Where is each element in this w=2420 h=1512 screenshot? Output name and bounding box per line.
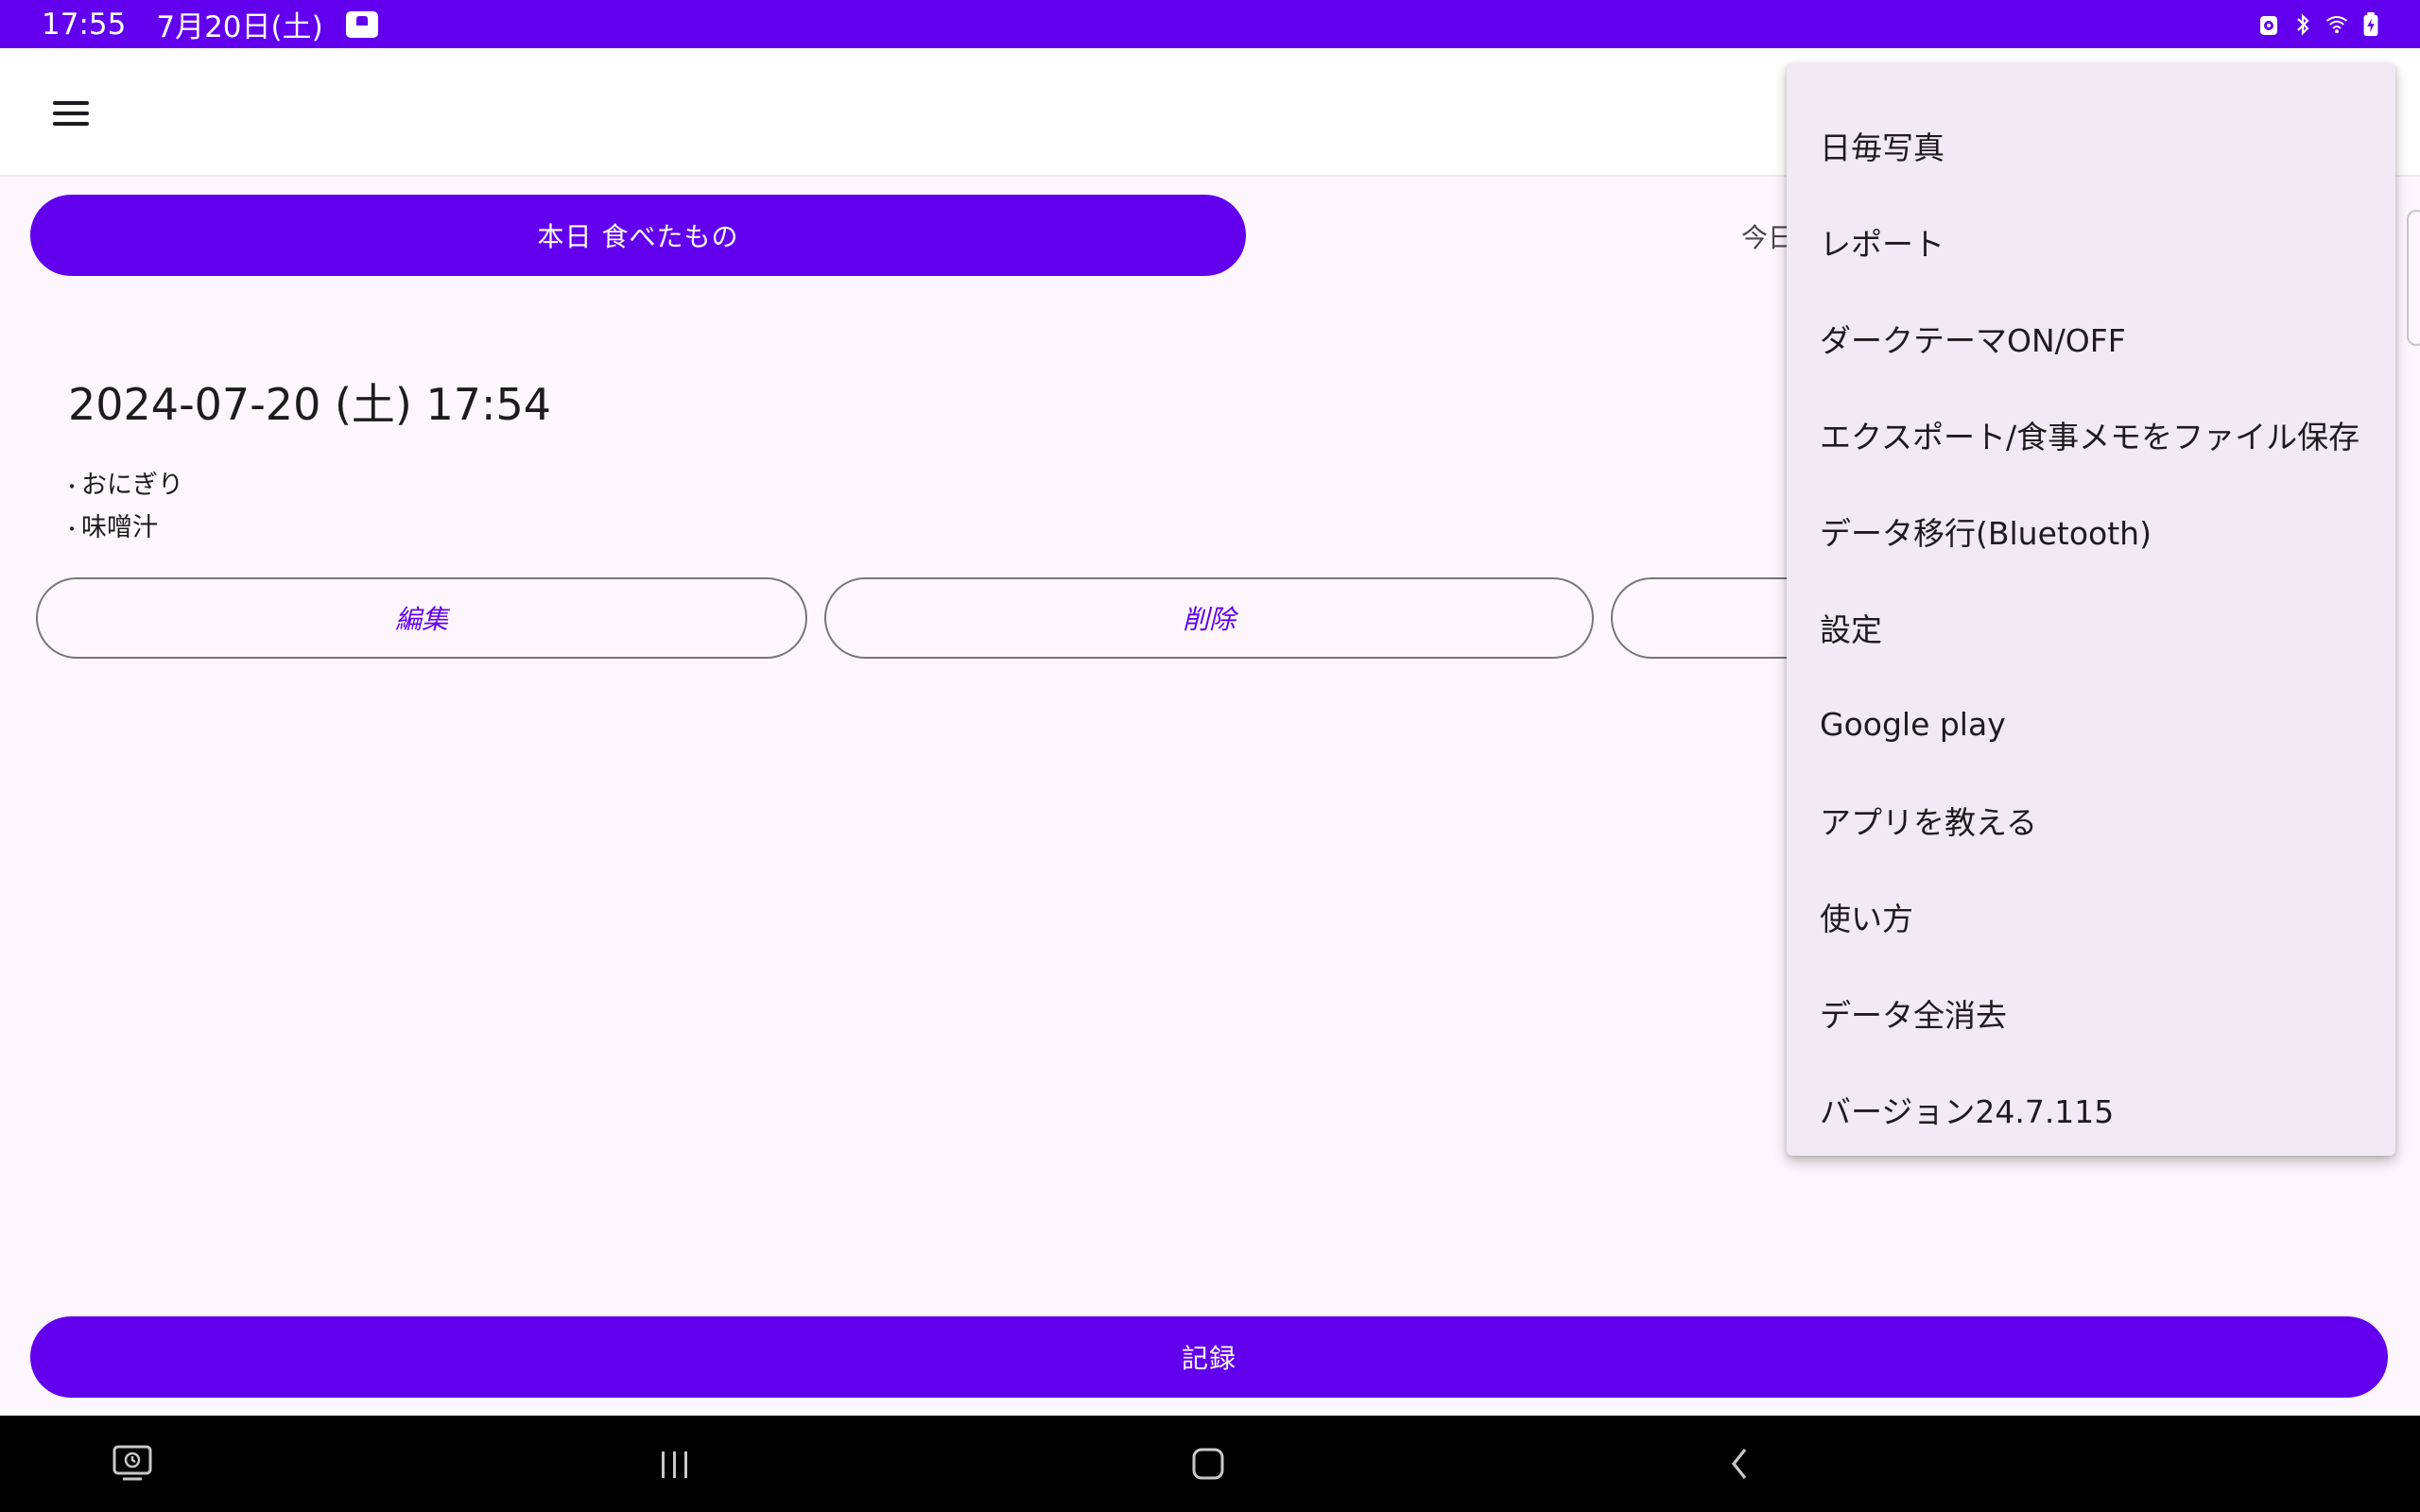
home-icon[interactable] bbox=[1180, 1438, 1236, 1489]
bluetooth-icon bbox=[2297, 12, 2309, 36]
recent-screenshot-icon[interactable] bbox=[104, 1438, 161, 1489]
menu-item-dark-theme[interactable]: ダークテーマON/OFF bbox=[1787, 290, 2395, 387]
recent-apps-icon[interactable] bbox=[647, 1438, 703, 1489]
scrollbar[interactable] bbox=[2407, 210, 2420, 346]
back-icon[interactable] bbox=[1711, 1438, 1768, 1489]
record-button[interactable]: 記録 bbox=[30, 1316, 2388, 1398]
status-date: 7月20日(土) bbox=[156, 10, 323, 44]
delete-button[interactable]: 削除 bbox=[824, 577, 1594, 659]
entry-datetime: 2024-07-20 (土) 17:54 bbox=[68, 379, 552, 430]
app-notification-icon bbox=[345, 10, 378, 38]
today-food-button[interactable]: 本日 食べたもの bbox=[30, 195, 1246, 276]
navigation-bar bbox=[0, 1416, 2420, 1512]
menu-item-share-app[interactable]: アプリを教える bbox=[1787, 772, 2395, 868]
list-item: おにぎり bbox=[62, 465, 183, 507]
menu-item-google-play[interactable]: Google play bbox=[1787, 676, 2395, 772]
overflow-menu: 日毎写真 レポート ダークテーマON/OFF エクスポート/食事メモをファイル保… bbox=[1787, 63, 2395, 1156]
battery-charging-icon bbox=[2363, 11, 2378, 36]
menu-item-report[interactable]: レポート bbox=[1787, 194, 2395, 290]
menu-item-how-to-use[interactable]: 使い方 bbox=[1787, 868, 2395, 965]
menu-item-delete-all-data[interactable]: データ全消去 bbox=[1787, 965, 2395, 1061]
food-list: おにぎり 味噌汁 bbox=[62, 465, 183, 550]
status-bar: 17:55 7月20日(土) bbox=[0, 0, 2420, 48]
status-time: 17:55 bbox=[42, 7, 127, 42]
menu-item-version[interactable]: バージョン24.7.115 bbox=[1787, 1061, 2395, 1158]
hamburger-menu-icon[interactable] bbox=[49, 97, 93, 129]
menu-item-data-transfer[interactable]: データ移行(Bluetooth) bbox=[1787, 483, 2395, 579]
alarm-icon bbox=[2260, 15, 2277, 35]
menu-item-settings[interactable]: 設定 bbox=[1787, 579, 2395, 676]
wifi-icon bbox=[2326, 15, 2347, 33]
edit-button[interactable]: 編集 bbox=[36, 577, 807, 659]
status-icons bbox=[2257, 11, 2382, 37]
menu-item-daily-photos[interactable]: 日毎写真 bbox=[1787, 97, 2395, 194]
list-item: 味噌汁 bbox=[62, 507, 183, 550]
menu-item-export[interactable]: エクスポート/食事メモをファイル保存 bbox=[1787, 387, 2395, 483]
